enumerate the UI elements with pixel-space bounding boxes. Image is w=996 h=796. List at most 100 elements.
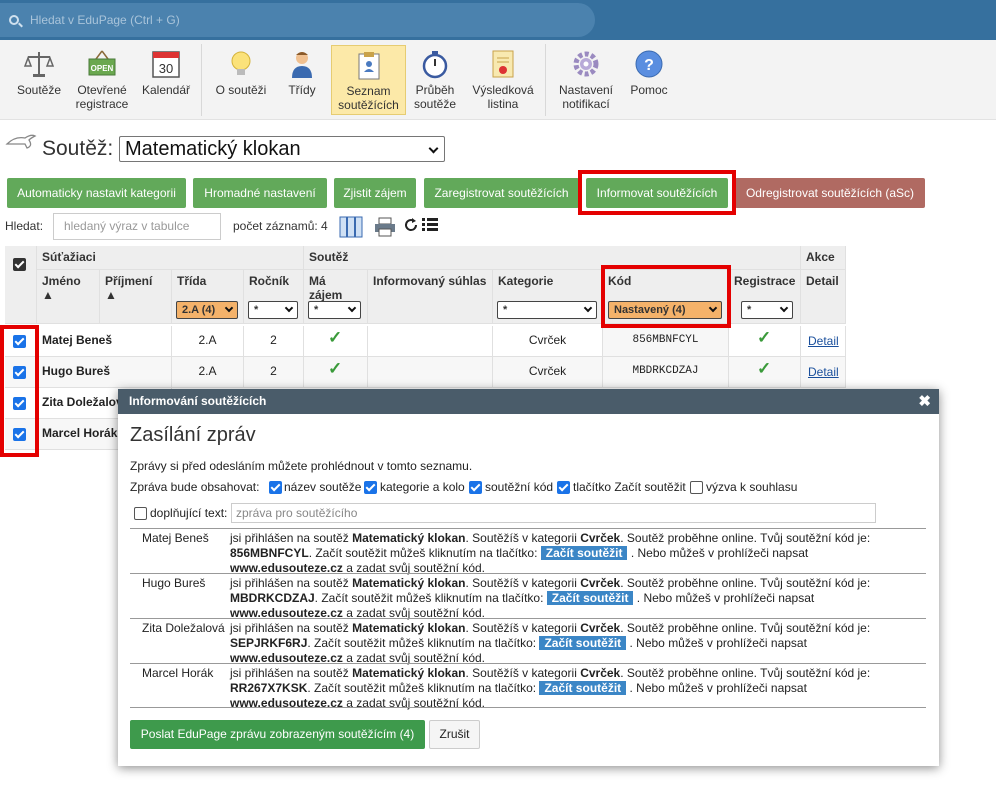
extra-text-checkbox[interactable] [134,507,147,520]
toolbar-tridy[interactable]: Třídy [279,45,325,115]
calendar-icon: 30 [152,51,180,78]
message-soutez: Matematický klokan [352,666,466,680]
check-icon: ✓ [328,359,343,378]
columns-icon[interactable] [339,215,363,239]
row-name: Matej Beneš [37,326,172,357]
filter-zajem[interactable]: * [308,301,361,319]
message-body: jsi přihlášen na soutěž Matematický klok… [230,576,920,621]
kangaroo-icon [5,134,37,149]
toolbar-prubeh-souteze[interactable]: Průběh soutěže [411,45,459,115]
filter-registrace[interactable]: * [741,301,793,319]
toolbar-vysledkova-listina[interactable]: Výsledková listina [467,45,539,115]
message-soutez: Matematický klokan [352,576,466,590]
chevron-down-icon [428,143,439,154]
detail-link[interactable]: Detail [808,334,839,348]
row-registrace: ✓ [729,357,801,388]
auto-category-button[interactable]: Automaticky nastavit kategorii [7,178,186,208]
col-header-registrace[interactable]: Registrace * [729,270,801,324]
message-recipient: Zita Doležalová [142,621,225,635]
toolbar-pomoc[interactable]: ? Pomoc [625,45,673,115]
col-header-zajem[interactable]: Má zájem * [304,270,368,324]
soutez-select[interactable]: Matematický klokan [119,136,445,162]
message-body: jsi přihlášen na soutěž Matematický klok… [230,531,920,576]
message-part: jsi přihlášen na soutěž [230,576,353,590]
filter-value: * [503,304,508,316]
row-name: Hugo Bureš [37,357,172,388]
print-icon[interactable] [374,217,396,237]
soutez-select-value: Matematický klokan [125,138,301,160]
col-label: Má zájem [309,274,343,302]
option-checkbox-category[interactable] [364,481,377,494]
option-checkbox-consent[interactable] [690,481,703,494]
check-icon: ✓ [328,328,343,347]
col-header-jmeno[interactable]: Jméno ▲ [37,270,100,324]
start-button-preview: Začít soutěžit [540,546,628,560]
calendar-day: 30 [159,61,173,76]
chevron-down-icon [779,303,789,313]
message-part: . Soutěž proběhne online. Tvůj soutěžní … [620,531,871,545]
toolbar-souteze[interactable]: Soutěže [11,45,67,115]
option-checkbox-name[interactable] [269,481,282,494]
register-button[interactable]: Zaregistrovat soutěžících [424,178,579,208]
message-part: . Soutěž proběhne online. Tvůj soutěžní … [620,666,871,680]
message-part: . Soutěžíš v kategorii [465,666,581,680]
message-code: MBDRKCDZAJ [230,591,315,605]
col-header-kategorie[interactable]: Kategorie * [493,270,603,324]
message-part: . Soutěž proběhne online. Tvůj soutěžní … [620,621,871,635]
toolbar-otevrene-registrace[interactable]: OPEN Otevřené registrace [70,45,134,115]
toolbar-nastaveni-notifikaci[interactable]: Nastavení notifikací [553,45,619,115]
filter-label: Hledat: [5,219,44,233]
message-recipient: Marcel Horák [142,666,214,680]
table-search-input[interactable]: hledaný výraz v tabulce [53,213,221,240]
search-input[interactable]: Hledat v EduPage (Ctrl + G) [0,3,595,37]
toolbar-separator [545,44,546,116]
bulk-settings-button[interactable]: Hromadné nastavení [193,178,327,208]
toolbar-o-soutezi[interactable]: O soutěži [211,45,271,115]
message-row: Marcel Horák jsi přihlášen na soutěž Mate… [130,663,926,710]
message-soutez: Matematický klokan [352,531,466,545]
filter-value: * [747,304,752,316]
record-count: počet záznamů: 4 [233,219,328,233]
filter-kategorie[interactable]: * [497,301,597,319]
top-bar: Hledat v EduPage (Ctrl + G) [0,0,996,40]
message-row: Matej Beneš jsi přihlášen na soutěž Matem… [130,528,926,576]
unregister-button[interactable]: Odregistrovat soutěžících (aSc) [735,178,925,208]
message-part: . Nebo můžeš v prohlížeči napsat [629,636,807,650]
option-checkbox-code[interactable] [469,481,482,494]
select-all-checkbox[interactable] [13,258,26,271]
col-header-rocnik[interactable]: Ročník * [244,270,304,324]
cancel-button[interactable]: Zrušit [429,720,480,749]
col-header-prijmeni[interactable]: Příjmení ▲ [100,270,172,324]
extra-text-input[interactable]: zpráva pro soutěžícího [231,503,876,523]
filter-value: * [314,304,319,316]
certificate-icon [492,50,514,78]
col-label: Registrace [734,274,796,288]
message-row: Hugo Bureš jsi přihlášen na soutěž Matema… [130,573,926,621]
find-interest-button[interactable]: Zjistit zájem [334,178,416,208]
row-rocnik: 2 [244,357,304,388]
toolbar-seznam-soutezicich[interactable]: Seznam soutěžících [331,45,406,115]
lightbulb-icon [231,51,251,75]
option-label: název soutěže [284,480,362,494]
list-icon[interactable] [422,218,438,231]
row-kod: 856MBNFCYL [603,326,729,357]
toolbar-label: Průběh soutěže [413,83,457,111]
col-header-suhlas[interactable]: Informovaný súhlas [368,270,493,324]
refresh-icon[interactable] [404,218,418,232]
highlight-kod [601,265,731,328]
filter-rocnik[interactable]: * [248,301,298,319]
clipboard-icon [358,52,379,80]
row-kategorie: Cvrček [493,357,603,388]
option-checkbox-button[interactable] [557,481,570,494]
message-part: . Začít soutěžit můžeš kliknutím na tlač… [314,591,544,605]
search-icon [9,15,19,25]
col-header-trida[interactable]: Třída 2.A (4) [172,270,244,324]
filter-trida[interactable]: 2.A (4) [176,301,238,319]
detail-link[interactable]: Detail [808,365,839,379]
toolbar-kalendar[interactable]: 30 Kalendář [137,45,195,115]
send-message-button[interactable]: Poslat EduPage zprávu zobrazeným soutěží… [130,720,425,749]
group-header-actions: Akce [801,246,846,270]
message-part: . Začít soutěžit můžeš kliknutím na tlač… [307,681,537,695]
row-registrace: ✓ [729,326,801,357]
close-icon[interactable]: ✖ [918,389,931,414]
